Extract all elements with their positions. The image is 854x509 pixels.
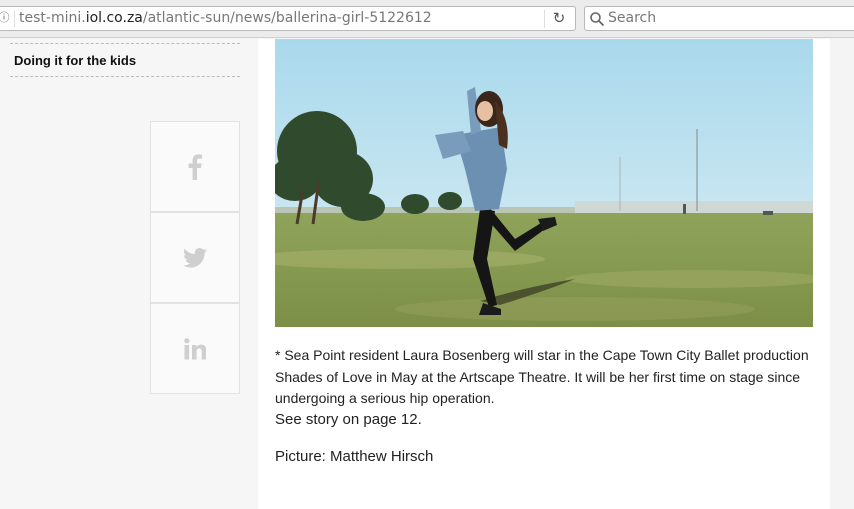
share-twitter-button[interactable] — [150, 212, 240, 303]
article-content: * Sea Point resident Laura Bosenberg wil… — [258, 39, 830, 509]
photo-caption: * Sea Point resident Laura Bosenberg wil… — [275, 347, 809, 406]
url-path: /atlantic-sun/news/ballerina-girl-512261… — [142, 10, 432, 26]
divider — [544, 10, 545, 28]
page-margin — [830, 39, 854, 509]
divider — [14, 11, 15, 27]
browser-toolbar: ⓘ test-mini.iol.co.za/atlantic-sun/news/… — [0, 0, 854, 38]
sidebar: Doing it for the kids — [0, 39, 258, 509]
url-text[interactable]: test-mini.iol.co.za/atlantic-sun/news/ba… — [19, 10, 432, 26]
reload-icon[interactable]: ↻ — [550, 9, 568, 27]
info-icon[interactable]: ⓘ — [0, 11, 11, 25]
share-facebook-button[interactable] — [150, 121, 240, 212]
related-article-link[interactable]: Doing it for the kids — [14, 53, 136, 68]
share-linkedin-button[interactable] — [150, 303, 240, 394]
ballerina-photo — [275, 39, 813, 327]
search-input[interactable]: Search — [608, 10, 656, 26]
address-bar[interactable]: ⓘ test-mini.iol.co.za/atlantic-sun/news/… — [0, 6, 576, 31]
page: Doing it for the kids * Sea Point reside… — [0, 39, 854, 509]
divider — [10, 43, 240, 44]
article-photo — [275, 39, 813, 327]
facebook-icon — [188, 153, 202, 180]
url-host: iol.co.za — [85, 10, 143, 26]
search-icon — [590, 12, 605, 27]
divider — [10, 76, 240, 77]
linkedin-icon — [184, 337, 206, 359]
see-story-text: See story on page 12. — [275, 411, 422, 428]
url-prefix: test-mini. — [19, 10, 86, 26]
search-bar[interactable]: Search — [584, 6, 854, 31]
twitter-icon — [183, 247, 207, 268]
photo-credit: Picture: Matthew Hirsch — [275, 448, 434, 465]
